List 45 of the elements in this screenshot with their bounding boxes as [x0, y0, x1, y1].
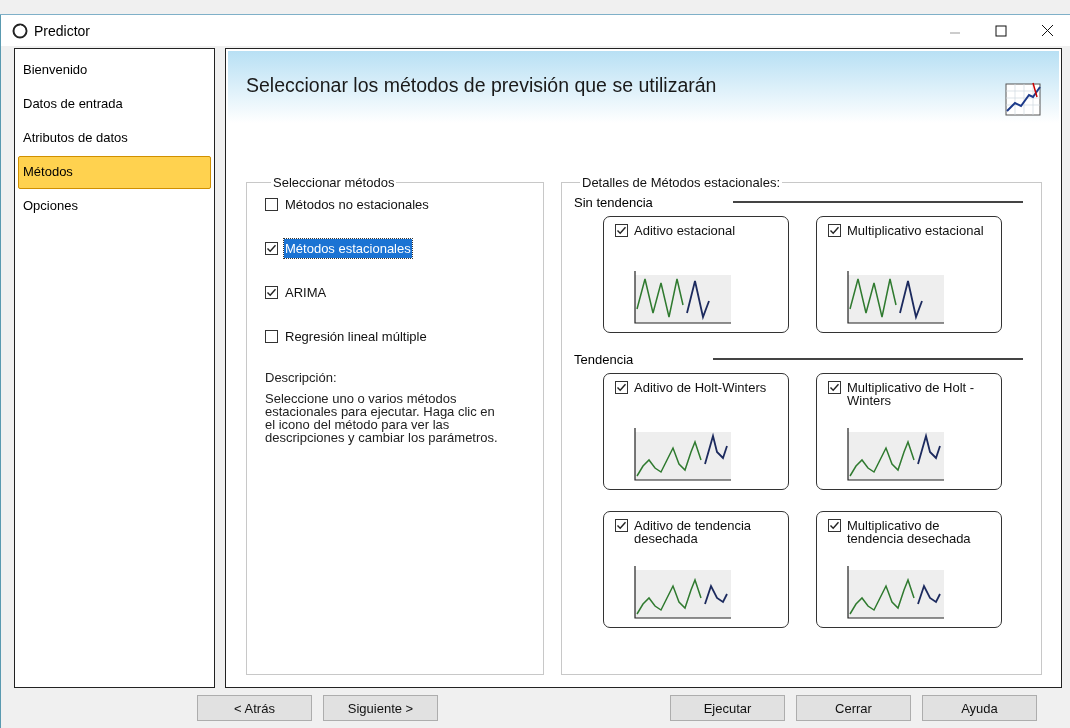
sidebar-item[interactable]: Métodos — [18, 156, 211, 189]
method-label: Aditivo de tendencia desechada — [634, 519, 753, 545]
checkbox[interactable] — [265, 241, 278, 255]
sidebar-item[interactable]: Bienvenido — [18, 54, 211, 87]
group-heading: Sin tendencia — [574, 194, 653, 210]
sidebar-item[interactable]: Datos de entrada — [18, 88, 211, 121]
description-text: Seleccione uno o varios métodos estacionales para ejecutar. Haga clic en el icono del método para ver las descripciones y cambiar los parámetros. — [265, 392, 499, 444]
checkbox[interactable] — [265, 329, 278, 343]
sidebar-item[interactable]: Opciones — [18, 190, 211, 223]
dialog-button[interactable]: Ayuda — [922, 695, 1037, 721]
checkbox[interactable] — [828, 519, 841, 532]
method-card[interactable]: Multiplicativo estacional — [816, 216, 1002, 333]
checkbox[interactable] — [265, 197, 278, 211]
dialog-button[interactable]: Siguiente > — [323, 695, 438, 721]
checkbox[interactable] — [265, 285, 278, 299]
method-card[interactable]: Aditivo de tendencia desechada — [603, 511, 789, 628]
description-label: Descripción: — [265, 370, 338, 385]
method-card[interactable]: Aditivo de Holt-Winters — [603, 373, 789, 490]
dialog-button[interactable]: < Atrás — [197, 695, 312, 721]
dialog-button[interactable]: Cerrar — [796, 695, 911, 721]
method-label: Aditivo estacional — [634, 224, 736, 237]
method-card[interactable]: Aditivo estacional — [603, 216, 789, 333]
checkbox[interactable] — [615, 519, 628, 532]
group-title: Seleccionar métodos — [272, 175, 396, 190]
method-label: Multiplicativo estacional — [847, 224, 984, 237]
method-checkbox[interactable]: ARIMA — [265, 282, 328, 302]
checkbox[interactable] — [615, 381, 628, 394]
sidebar-item[interactable]: Atributos de datos — [18, 122, 211, 155]
chart-icon — [1003, 81, 1043, 117]
window-title: Predictor — [34, 22, 91, 39]
checkbox[interactable] — [615, 224, 628, 237]
method-label: Multiplicativo de Holt -Winters — [847, 381, 976, 407]
dialog-button[interactable]: Ejecutar — [670, 695, 785, 721]
method-label: Aditivo de Holt-Winters — [634, 381, 767, 394]
group-title: Detalles de Métodos estacionales: — [581, 175, 781, 190]
page-title: Seleccionar los métodos de previsión que se utilizarán — [246, 73, 717, 97]
group-heading: Tendencia — [574, 351, 634, 367]
checkbox[interactable] — [828, 224, 841, 237]
method-card[interactable]: Multiplicativo de Holt -Winters — [816, 373, 1002, 490]
method-checkbox[interactable]: Regresión lineal múltiple — [265, 326, 428, 346]
checkbox[interactable] — [828, 381, 841, 394]
method-card[interactable]: Multiplicativo de tendencia desechada — [816, 511, 1002, 628]
method-label: Multiplicativo de tendencia desechada — [847, 519, 972, 545]
method-checkbox[interactable]: Métodos no estacionales — [265, 194, 430, 214]
app-logo-icon — [12, 22, 28, 39]
